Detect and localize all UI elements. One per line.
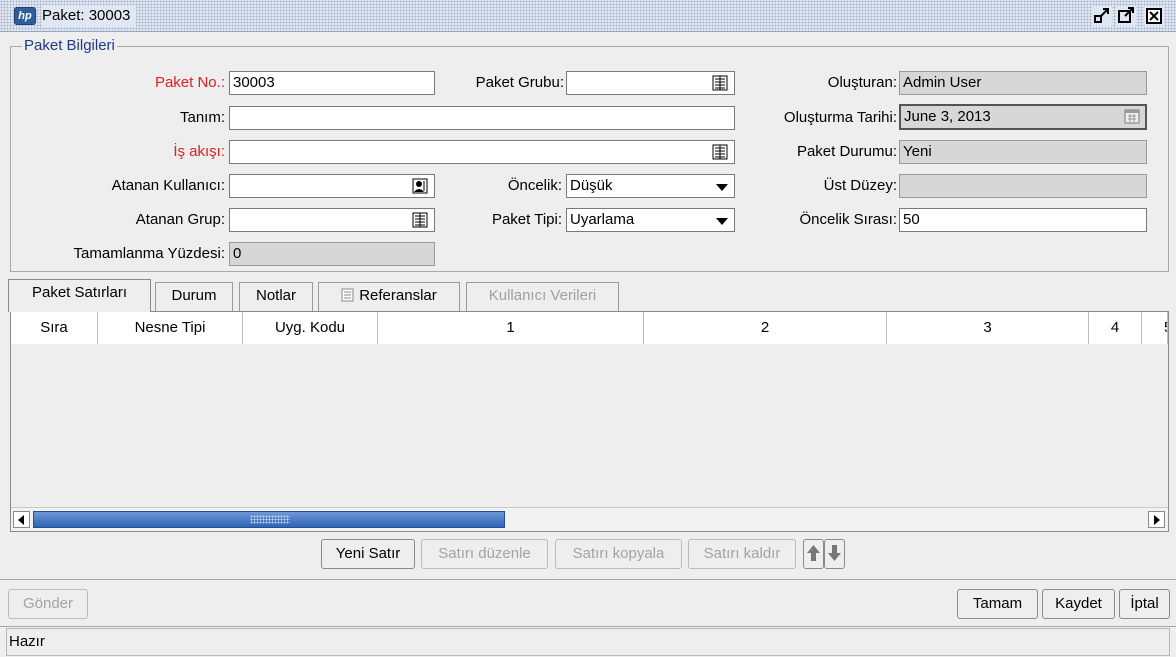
remove-line-button[interactable]: Satırı kaldır bbox=[688, 539, 796, 569]
olusturan-label: Oluşturan: bbox=[827, 74, 897, 91]
divider bbox=[0, 579, 1176, 580]
is-akisi-field[interactable] bbox=[229, 140, 735, 164]
close-window-button[interactable] bbox=[1144, 6, 1164, 26]
atanan-kullanici-field[interactable] bbox=[229, 174, 435, 198]
list-picker-icon[interactable] bbox=[712, 75, 728, 91]
paket-tipi-label: Paket Tipi: bbox=[491, 211, 562, 228]
calendar-icon[interactable] bbox=[1124, 108, 1140, 124]
ust-duzey-field bbox=[899, 174, 1147, 198]
atanan-kullanici-label: Atanan Kullanıcı: bbox=[111, 177, 225, 194]
minimize-window-button[interactable] bbox=[1092, 6, 1112, 26]
window-title: Paket: 30003 bbox=[42, 5, 137, 27]
ok-button[interactable]: Tamam bbox=[957, 589, 1038, 619]
scrollbar-thumb[interactable] bbox=[33, 511, 505, 528]
maximize-icon bbox=[1118, 7, 1134, 23]
maximize-window-button[interactable] bbox=[1116, 6, 1136, 26]
paket-no-label: Paket No.: bbox=[154, 74, 225, 91]
oncelik-sirasi-label: Öncelik Sırası: bbox=[799, 211, 897, 228]
paket-durumu-field: Yeni bbox=[899, 140, 1147, 164]
atanan-grup-field[interactable] bbox=[229, 208, 435, 232]
horizontal-scrollbar[interactable] bbox=[11, 507, 1168, 531]
arrow-down-icon bbox=[828, 545, 841, 561]
column-header[interactable]: Sıra bbox=[11, 312, 98, 344]
tanim-label: Tanım: bbox=[179, 109, 225, 126]
oncelik-value: Düşük bbox=[570, 177, 613, 194]
tamamlanma-label: Tamamlanma Yüzdesi: bbox=[73, 245, 225, 262]
hp-logo-icon: hp bbox=[14, 7, 36, 25]
close-icon bbox=[1146, 8, 1162, 24]
grip-icon bbox=[250, 515, 290, 524]
submit-button[interactable]: Gönder bbox=[8, 589, 88, 619]
is-akisi-label: İş akışı: bbox=[173, 143, 225, 160]
move-down-button[interactable] bbox=[824, 539, 845, 569]
move-up-button[interactable] bbox=[803, 539, 824, 569]
new-line-button[interactable]: Yeni Satır bbox=[321, 539, 415, 569]
status-bar: Hazır bbox=[6, 628, 1170, 656]
olusturan-field: Admin User bbox=[899, 71, 1147, 95]
paket-durumu-label: Paket Durumu: bbox=[796, 143, 897, 160]
paket-no-field[interactable]: 30003 bbox=[229, 71, 435, 95]
oncelik-select[interactable]: Düşük bbox=[566, 174, 735, 198]
chevron-down-icon bbox=[716, 218, 728, 225]
oncelik-label: Öncelik: bbox=[507, 177, 562, 194]
arrow-left-icon bbox=[18, 515, 24, 525]
olusturma-tarihi-field: June 3, 2013 bbox=[899, 104, 1147, 130]
atanan-grup-label: Atanan Grup: bbox=[135, 211, 225, 228]
olusturma-tarihi-label: Oluşturma Tarihi: bbox=[783, 109, 897, 126]
copy-line-button[interactable]: Satırı kopyala bbox=[555, 539, 682, 569]
cancel-button[interactable]: İptal bbox=[1119, 589, 1170, 619]
tab-referanslar-label: Referanslar bbox=[359, 287, 437, 304]
olusturma-tarihi-value: June 3, 2013 bbox=[904, 108, 991, 125]
oncelik-sirasi-field[interactable]: 50 bbox=[899, 208, 1147, 232]
table-header: Sıra Nesne Tipi Uyg. Kodu 1 2 3 4 5 bbox=[11, 312, 1168, 344]
tamamlanma-field: 0 bbox=[229, 242, 435, 266]
save-button[interactable]: Kaydet bbox=[1042, 589, 1115, 619]
paket-grubu-label: Paket Grubu: bbox=[475, 74, 564, 91]
group-title: Paket Bilgileri bbox=[22, 37, 117, 54]
list-picker-icon[interactable] bbox=[412, 212, 428, 228]
package-lines-table[interactable]: Sıra Nesne Tipi Uyg. Kodu 1 2 3 4 5 bbox=[10, 311, 1169, 532]
document-icon bbox=[341, 288, 354, 302]
edit-line-button[interactable]: Satırı düzenle bbox=[421, 539, 548, 569]
arrow-right-icon bbox=[1154, 515, 1160, 525]
tab-referanslar[interactable]: Referanslar bbox=[318, 282, 460, 311]
tab-notlar[interactable]: Notlar bbox=[239, 282, 313, 311]
column-header[interactable]: Nesne Tipi bbox=[98, 312, 243, 344]
column-header[interactable]: 5 bbox=[1142, 312, 1168, 344]
user-picker-icon[interactable] bbox=[412, 178, 428, 194]
paket-tipi-value: Uyarlama bbox=[570, 211, 635, 228]
ust-duzey-label: Üst Düzey: bbox=[823, 177, 897, 194]
divider bbox=[0, 626, 1176, 627]
column-header[interactable]: 2 bbox=[644, 312, 887, 344]
minimize-icon bbox=[1094, 8, 1109, 23]
tanim-field[interactable] bbox=[229, 106, 735, 130]
scroll-left-button[interactable] bbox=[13, 511, 30, 528]
paket-tipi-select[interactable]: Uyarlama bbox=[566, 208, 735, 232]
tab-durum[interactable]: Durum bbox=[155, 282, 233, 311]
arrow-up-icon bbox=[807, 545, 820, 561]
column-header[interactable]: 4 bbox=[1089, 312, 1142, 344]
column-header[interactable]: Uyg. Kodu bbox=[243, 312, 378, 344]
paket-grubu-field[interactable] bbox=[566, 71, 735, 95]
list-picker-icon[interactable] bbox=[712, 144, 728, 160]
tab-paket-satirlari[interactable]: Paket Satırları bbox=[8, 279, 151, 312]
title-bar[interactable]: hp Paket: 30003 bbox=[0, 0, 1176, 32]
chevron-down-icon bbox=[716, 184, 728, 191]
column-header[interactable]: 3 bbox=[887, 312, 1089, 344]
column-header[interactable]: 1 bbox=[378, 312, 644, 344]
scroll-right-button[interactable] bbox=[1148, 511, 1165, 528]
tab-kullanici-verileri[interactable]: Kullanıcı Verileri bbox=[466, 282, 619, 311]
